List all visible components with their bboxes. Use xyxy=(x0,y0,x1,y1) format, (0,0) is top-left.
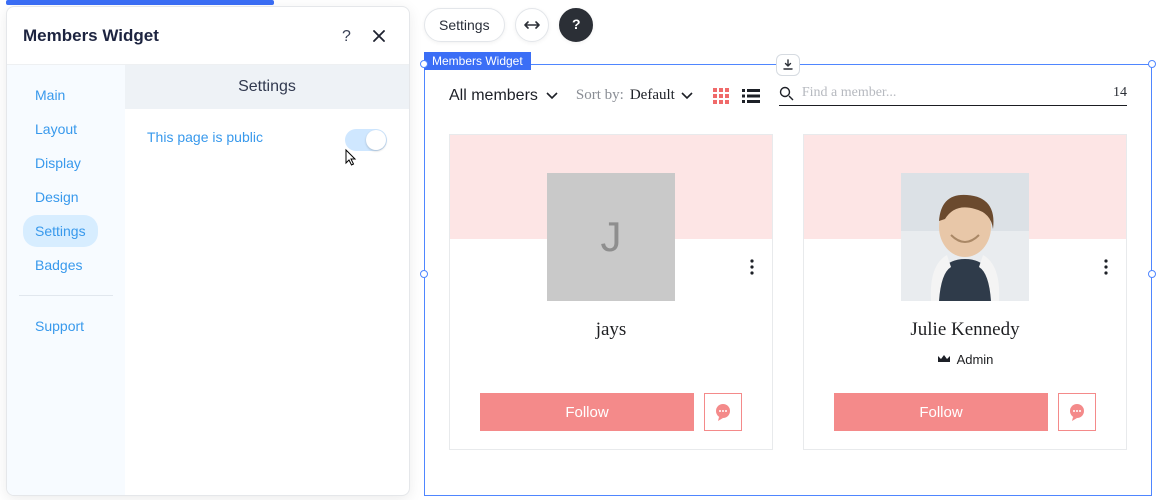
member-name: jays xyxy=(596,319,627,341)
chat-icon xyxy=(1067,402,1087,422)
svg-text:?: ? xyxy=(572,17,581,32)
stretch-icon xyxy=(523,19,541,31)
widget-toolbar: All members Sort by: Default xyxy=(449,85,1127,106)
public-toggle[interactable] xyxy=(345,129,387,151)
download-icon xyxy=(782,59,794,71)
filter-label: All members xyxy=(449,87,538,105)
member-role: Admin xyxy=(937,351,994,367)
settings-panel: Members Widget ? Main Layout Display Des… xyxy=(6,6,410,496)
settings-pill[interactable]: Settings xyxy=(424,8,505,42)
search-field[interactable]: 14 xyxy=(779,85,1127,106)
close-icon[interactable] xyxy=(365,22,393,50)
card-more-button[interactable] xyxy=(1104,259,1108,275)
list-icon xyxy=(742,89,760,103)
more-vertical-icon xyxy=(1104,259,1108,275)
sort-dropdown[interactable]: Sort by: Default xyxy=(576,87,693,104)
crown-icon xyxy=(937,354,951,364)
grid-icon xyxy=(713,88,729,104)
panel-header: Members Widget ? xyxy=(7,7,409,65)
progress-bar xyxy=(6,0,274,5)
nav-support[interactable]: Support xyxy=(23,310,96,342)
resize-handle[interactable] xyxy=(1148,60,1156,68)
panel-section-title: Settings xyxy=(125,65,409,109)
avatar-placeholder: J xyxy=(547,173,675,301)
chat-button[interactable] xyxy=(704,393,742,431)
resize-handle[interactable] xyxy=(420,60,428,68)
filter-dropdown[interactable]: All members xyxy=(449,87,558,105)
chat-button[interactable] xyxy=(1058,393,1096,431)
help-pill[interactable]: ? xyxy=(559,8,593,42)
panel-title: Members Widget xyxy=(23,26,159,46)
list-view-button[interactable] xyxy=(741,86,761,106)
resize-handle[interactable] xyxy=(1148,270,1156,278)
panel-sidenav: Main Layout Display Design Settings Badg… xyxy=(7,65,125,495)
chat-icon xyxy=(713,402,733,422)
canvas-toolbar: Settings ? xyxy=(424,8,593,42)
member-count: 14 xyxy=(1113,85,1127,101)
more-vertical-icon xyxy=(750,259,754,275)
stretch-pill[interactable] xyxy=(515,8,549,42)
setting-public-label: This page is public xyxy=(147,129,345,145)
settings-pill-label: Settings xyxy=(439,17,490,33)
question-icon: ? xyxy=(571,17,581,33)
chevron-down-icon xyxy=(681,92,693,100)
member-cards: J jays Follow xyxy=(449,134,1127,450)
nav-display[interactable]: Display xyxy=(23,147,93,179)
nav-divider xyxy=(19,295,113,296)
widget-badge: Members Widget xyxy=(424,52,531,70)
sort-label: Sort by: xyxy=(576,87,624,104)
role-label: Admin xyxy=(957,352,994,367)
follow-button[interactable]: Follow xyxy=(834,393,1048,431)
widget-frame[interactable]: All members Sort by: Default xyxy=(424,64,1152,496)
panel-content: Settings This page is public xyxy=(125,65,409,495)
member-name: Julie Kennedy xyxy=(910,319,1019,341)
nav-settings[interactable]: Settings xyxy=(23,215,98,247)
chevron-down-icon xyxy=(546,92,558,100)
nav-design[interactable]: Design xyxy=(23,181,91,213)
nav-badges[interactable]: Badges xyxy=(23,249,94,281)
search-icon xyxy=(779,86,794,101)
member-card: Julie Kennedy Admin Follow xyxy=(803,134,1127,450)
setting-public-row: This page is public xyxy=(125,109,409,171)
resize-handle[interactable] xyxy=(420,270,428,278)
card-more-button[interactable] xyxy=(750,259,754,275)
avatar-initial: J xyxy=(601,213,622,261)
nav-layout[interactable]: Layout xyxy=(23,113,89,145)
member-card: J jays Follow xyxy=(449,134,773,450)
nav-main[interactable]: Main xyxy=(23,79,77,111)
avatar-photo xyxy=(901,173,1029,301)
follow-button[interactable]: Follow xyxy=(480,393,694,431)
sort-value: Default xyxy=(630,87,675,104)
search-input[interactable] xyxy=(802,85,1105,101)
widget-wrap: Members Widget All members Sort by: Defa… xyxy=(424,52,1152,496)
help-icon[interactable]: ? xyxy=(333,22,361,50)
grid-view-button[interactable] xyxy=(711,86,731,106)
svg-text:?: ? xyxy=(342,28,351,44)
download-button[interactable] xyxy=(776,54,800,76)
